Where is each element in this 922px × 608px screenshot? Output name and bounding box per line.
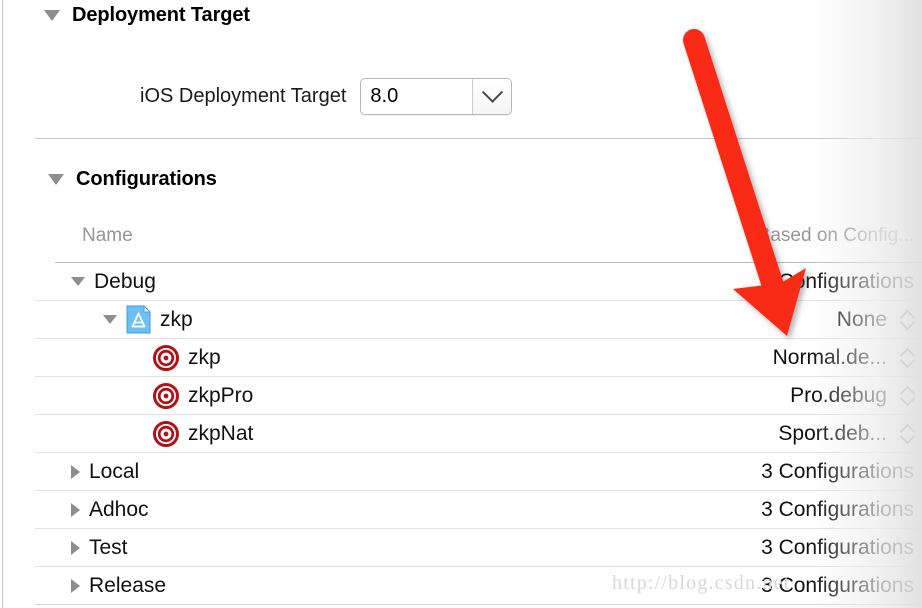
section-title: Deployment Target xyxy=(72,4,250,26)
configurations-section-header[interactable]: Configurations xyxy=(48,168,217,191)
target-bullseye-icon xyxy=(153,382,179,409)
based-on-config-value: 3 Configurations xyxy=(761,269,914,293)
table-row[interactable]: zkp None xyxy=(35,301,922,339)
based-on-config-value: 3 Configurations xyxy=(761,535,914,559)
table-row[interactable]: Local 3 Configurations xyxy=(35,453,922,491)
triangle-down-icon[interactable] xyxy=(71,277,85,286)
triangle-right-icon[interactable] xyxy=(71,578,80,593)
column-header-name[interactable]: Name xyxy=(82,225,133,247)
column-header-based-on-config[interactable]: Based on Config... xyxy=(758,225,914,247)
ios-deployment-target-label: iOS Deployment Target xyxy=(140,85,347,107)
row-label: zkpPro xyxy=(188,383,254,407)
triangle-right-icon[interactable] xyxy=(71,464,80,479)
triangle-down-icon[interactable] xyxy=(48,174,64,185)
based-on-config-popup[interactable]: Pro.debug xyxy=(790,384,914,408)
xcode-project-info-panel: Deployment Target iOS Deployment Target … xyxy=(0,0,922,608)
table-header-row: Name Based on Config... xyxy=(35,210,922,263)
chevron-up-down-icon[interactable] xyxy=(901,309,914,331)
panel-left-edge xyxy=(2,0,3,608)
table-row[interactable]: zkpNat Sport.deb... xyxy=(35,415,922,453)
configurations-table: Name Based on Config... Debug 3 Configura… xyxy=(35,210,922,608)
section-title: Configurations xyxy=(76,168,217,190)
triangle-down-icon[interactable] xyxy=(103,315,117,324)
based-on-config-value: Sport.deb... xyxy=(778,421,887,445)
row-name-cell: zkp xyxy=(103,305,193,334)
target-bullseye-icon xyxy=(153,344,179,371)
row-label: Adhoc xyxy=(89,497,149,521)
based-on-config-text: 3 Configurations xyxy=(761,460,914,484)
chevron-up-down-icon[interactable] xyxy=(901,347,914,369)
ios-deployment-target-value[interactable]: 8.0 xyxy=(361,79,474,114)
based-on-config-popup[interactable]: None xyxy=(837,308,914,332)
based-on-config-value: None xyxy=(836,307,887,331)
triangle-down-icon[interactable] xyxy=(44,10,60,21)
ios-deployment-target-combobox[interactable]: 8.0 xyxy=(360,78,513,115)
section-divider xyxy=(35,138,922,139)
based-on-config-text: 3 Configurations xyxy=(761,270,914,294)
xcode-project-icon xyxy=(126,305,151,334)
watermark: http://blog.csdn.net xyxy=(612,572,791,594)
chevron-up-down-icon[interactable] xyxy=(901,423,914,445)
row-name-cell: zkpNat xyxy=(153,420,254,447)
row-name-cell: zkpPro xyxy=(153,382,254,409)
table-row[interactable]: Test 3 Configurations xyxy=(35,529,922,567)
chevron-up-down-icon[interactable] xyxy=(901,385,914,407)
table-row[interactable]: Debug 3 Configurations xyxy=(35,263,922,301)
table-body: Debug 3 Configurations zkp None zkp Normal.de… xyxy=(35,263,922,605)
row-name-cell: zkp xyxy=(153,344,221,371)
based-on-config-value: 3 Configurations xyxy=(761,497,914,521)
row-name-cell: Test xyxy=(71,536,128,560)
based-on-config-value: Pro.debug xyxy=(790,383,887,407)
based-on-config-text: 3 Configurations xyxy=(761,536,914,560)
row-label: Local xyxy=(89,459,140,483)
row-name-cell: Release xyxy=(71,574,166,598)
based-on-config-popup[interactable]: Sport.deb... xyxy=(778,422,914,446)
table-row[interactable]: zkp Normal.de... xyxy=(35,339,922,377)
based-on-config-text: 3 Configurations xyxy=(761,498,914,522)
row-name-cell: Debug xyxy=(71,270,156,294)
based-on-config-popup[interactable]: Normal.de... xyxy=(773,346,914,370)
row-label: zkp xyxy=(188,345,221,369)
deployment-target-section-header[interactable]: Deployment Target xyxy=(44,4,250,27)
table-row[interactable]: zkpPro Pro.debug xyxy=(35,377,922,415)
based-on-config-value: Normal.de... xyxy=(772,345,887,369)
ios-deployment-target-field-row: iOS Deployment Target 8.0 xyxy=(140,78,513,115)
table-row[interactable]: Adhoc 3 Configurations xyxy=(35,491,922,529)
triangle-right-icon[interactable] xyxy=(71,540,80,555)
ios-deployment-target-dropdown-button[interactable] xyxy=(473,79,512,114)
triangle-right-icon[interactable] xyxy=(71,502,80,517)
row-label: Test xyxy=(89,535,128,559)
target-bullseye-icon xyxy=(153,420,179,447)
row-name-cell: Adhoc xyxy=(71,498,149,522)
row-label: Debug xyxy=(94,269,156,293)
row-name-cell: Local xyxy=(71,460,139,484)
based-on-config-value: 3 Configurations xyxy=(761,459,914,483)
row-label: Release xyxy=(89,573,167,597)
row-label: zkpNat xyxy=(188,421,254,445)
row-label: zkp xyxy=(160,307,193,331)
chevron-down-icon xyxy=(481,81,504,103)
